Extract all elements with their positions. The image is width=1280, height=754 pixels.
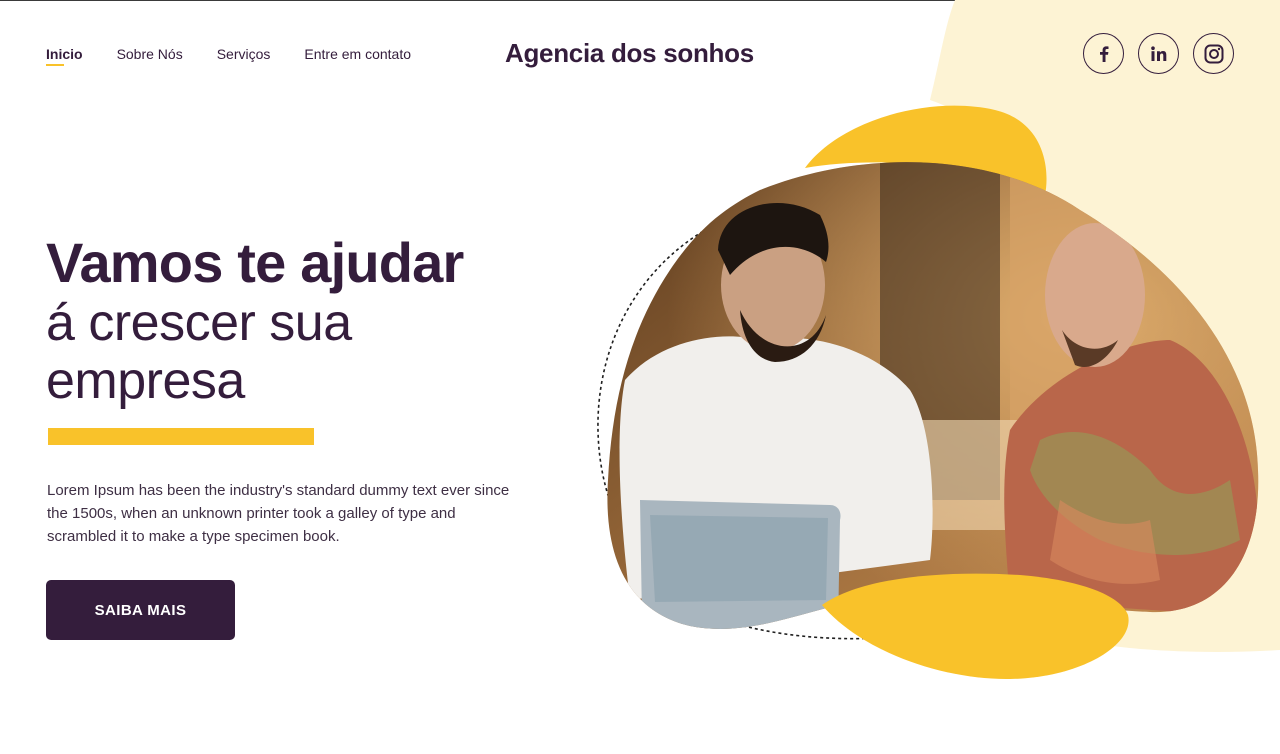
brand-logo[interactable]: Agencia dos sonhos [505,38,754,69]
yellow-blob-bottom [822,573,1129,680]
facebook-icon [1094,44,1114,64]
hero-headline: Vamos te ajudar á crescer sua empresa [46,231,464,411]
main-nav: Inicio Sobre Nós Serviços Entre em conta… [46,46,445,66]
hero-title-line-3: empresa [46,352,245,410]
dotted-arc [597,214,881,640]
social-links [1083,33,1234,74]
hero-title-line-2: á crescer sua [46,294,352,352]
top-border [0,0,1280,1]
hero-description: Lorem Ipsum has been the industry's stan… [47,482,510,545]
nav-link-contato[interactable]: Entre em contato [304,46,411,62]
yellow-blob-top [805,105,1047,195]
linkedin-button[interactable] [1138,33,1179,74]
headline-underline-bar [48,428,314,445]
nav-link-inicio[interactable]: Inicio [46,46,83,66]
instagram-icon [1203,43,1225,65]
instagram-button[interactable] [1193,33,1234,74]
linkedin-icon [1149,44,1169,64]
photo-blob [607,162,1259,629]
hero-title-line-1: Vamos te ajudar [46,231,464,294]
saiba-mais-button[interactable]: SAIBA MAIS [46,580,235,640]
nav-link-servicos[interactable]: Serviços [217,46,271,62]
cream-blob [930,0,1280,652]
facebook-button[interactable] [1083,33,1124,74]
nav-link-sobre-nos[interactable]: Sobre Nós [117,46,183,62]
